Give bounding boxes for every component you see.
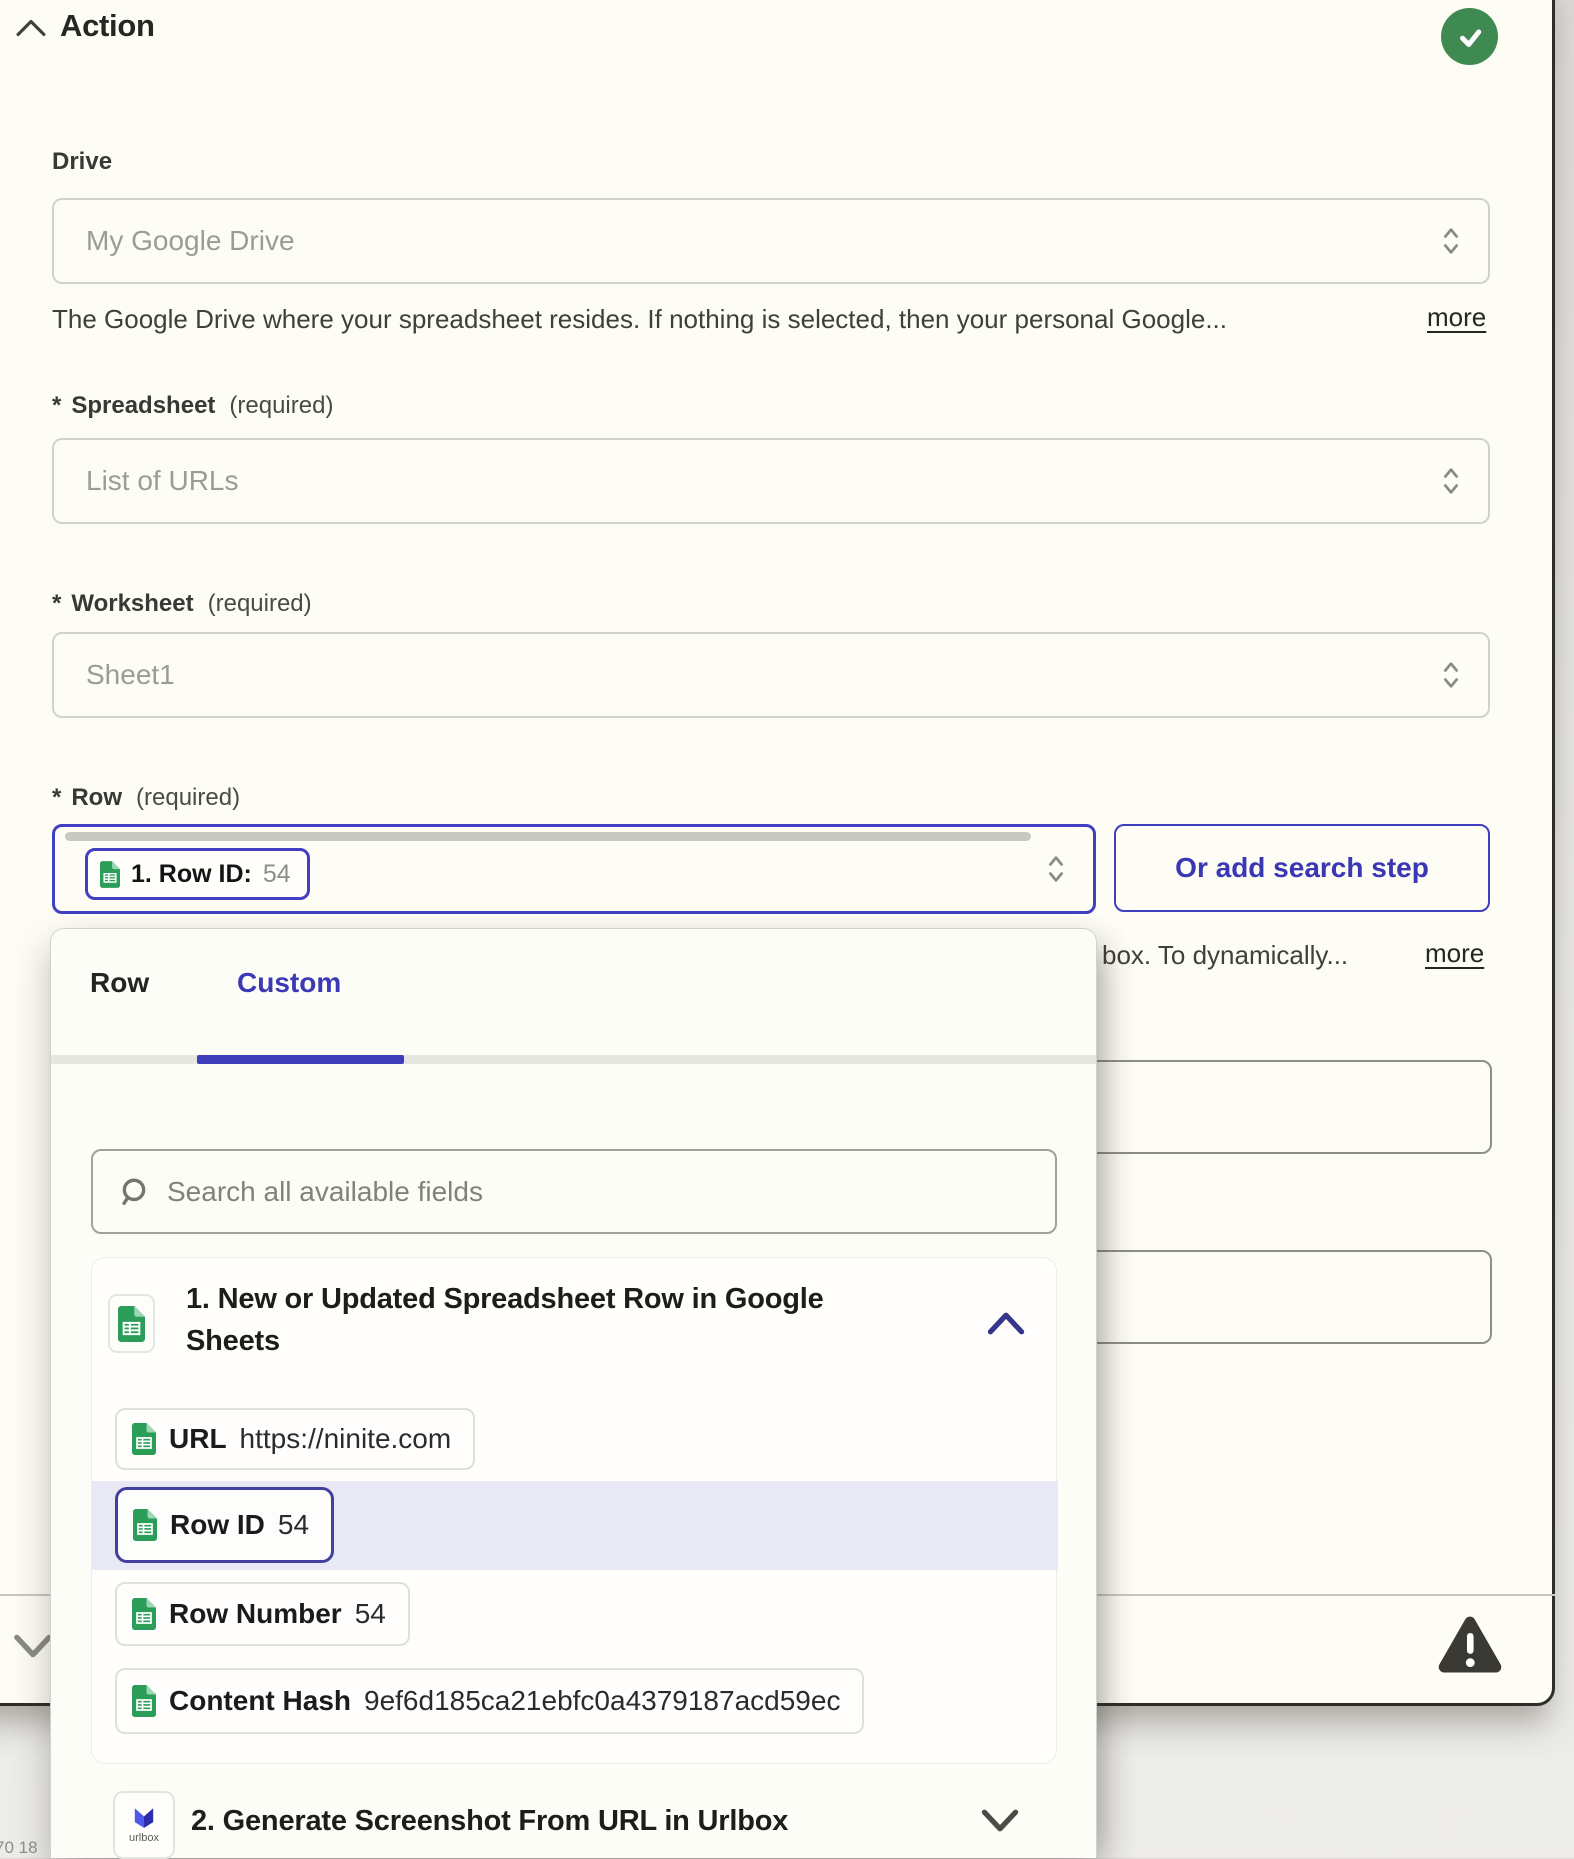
- drive-select-value: My Google Drive: [54, 225, 295, 257]
- field-picker-dropdown: Row Custom 1. New or Updated Spreadsheet…: [50, 928, 1097, 1858]
- field-chip-label: Row Number: [169, 1598, 342, 1630]
- add-search-step-button[interactable]: Or add search step: [1114, 824, 1490, 912]
- field-search-box[interactable]: [91, 1149, 1057, 1234]
- required-star: *: [52, 392, 61, 419]
- field-chip-row-id-selected[interactable]: Row ID 54: [115, 1487, 334, 1563]
- select-stepper-icon: [1440, 464, 1462, 498]
- spreadsheet-select-value: List of URLs: [54, 465, 239, 497]
- field-chip-value: 9ef6d185ca21ebfc0a4379187acd59ec: [364, 1685, 840, 1717]
- select-stepper-icon: [1440, 224, 1462, 258]
- row-combobox-scrollbar[interactable]: [65, 832, 1031, 841]
- google-sheets-icon: [100, 861, 120, 888]
- required-star: *: [52, 784, 61, 811]
- required-hint: (required): [208, 590, 312, 617]
- step2-title[interactable]: 2. Generate Screenshot From URL in Urlbo…: [191, 1805, 788, 1838]
- tab-active-underline: [197, 1055, 404, 1064]
- select-stepper-icon: [1045, 852, 1067, 886]
- worksheet-field-label: * Worksheet (required): [52, 590, 312, 618]
- token-value: 54: [263, 860, 291, 889]
- search-input[interactable]: [167, 1176, 1055, 1208]
- row-help-text-fragment: box. To dynamically...: [1102, 940, 1348, 971]
- step1-app-icon-box: [108, 1294, 155, 1353]
- zap-editor-screen: Action Drive My Google Drive The Google …: [0, 0, 1574, 1858]
- collapse-action-chevron-icon[interactable]: [14, 16, 48, 40]
- action-complete-badge: [1441, 8, 1498, 65]
- field-chip-value: https://ninite.com: [240, 1423, 452, 1455]
- step1-fields-card: 1. New or Updated Spreadsheet Row in Goo…: [91, 1257, 1057, 1764]
- tab-custom[interactable]: Custom: [237, 967, 341, 999]
- spreadsheet-label-text: Spreadsheet: [71, 392, 215, 419]
- step2-app-icon-box: urlbox: [113, 1791, 175, 1859]
- row-id-token[interactable]: 1. Row ID: 54: [85, 848, 310, 900]
- row-help-more-link[interactable]: more: [1425, 938, 1484, 969]
- drive-help-more-link[interactable]: more: [1427, 302, 1486, 333]
- field-chip-label: Content Hash: [169, 1685, 351, 1717]
- field-chip-content-hash[interactable]: Content Hash 9ef6d185ca21ebfc0a4379187ac…: [115, 1668, 864, 1734]
- row-field-label: * Row (required): [52, 784, 240, 812]
- google-sheets-icon: [132, 1423, 156, 1455]
- field-chip-value: 54: [278, 1509, 309, 1541]
- field-chip-row-number[interactable]: Row Number 54: [115, 1582, 410, 1646]
- worksheet-select[interactable]: Sheet1: [52, 632, 1490, 718]
- required-hint: (required): [229, 392, 333, 419]
- select-stepper-icon: [1440, 658, 1462, 692]
- tab-underline-track: [51, 1055, 1096, 1064]
- field-chip-label: URL: [169, 1423, 227, 1455]
- google-sheets-icon: [118, 1306, 145, 1342]
- google-sheets-icon: [132, 1685, 156, 1717]
- urlbox-icon: [130, 1806, 158, 1829]
- tab-row[interactable]: Row: [90, 967, 149, 999]
- search-icon: [117, 1175, 151, 1209]
- drive-label-text: Drive: [52, 148, 112, 175]
- row-label-text: Row: [71, 784, 122, 811]
- worksheet-select-value: Sheet1: [54, 659, 175, 691]
- token-label: 1. Row ID:: [131, 860, 252, 889]
- collapse-step1-chevron-icon[interactable]: [985, 1310, 1027, 1337]
- field-chip-url[interactable]: URL https://ninite.com: [115, 1408, 475, 1470]
- row-combobox[interactable]: 1. Row ID: 54: [52, 824, 1096, 914]
- check-icon: [1453, 22, 1487, 52]
- step1-title[interactable]: 1. New or Updated Spreadsheet Row in Goo…: [186, 1278, 846, 1362]
- drive-help-text: The Google Drive where your spreadsheet …: [52, 304, 1227, 335]
- required-hint: (required): [136, 784, 240, 811]
- google-sheets-icon: [133, 1509, 157, 1541]
- spreadsheet-select[interactable]: List of URLs: [52, 438, 1490, 524]
- spreadsheet-field-label: * Spreadsheet (required): [52, 392, 333, 420]
- step1-title-line2: Sheets: [186, 1320, 846, 1362]
- step1-title-line1: 1. New or Updated Spreadsheet Row in Goo…: [186, 1278, 846, 1320]
- drive-select[interactable]: My Google Drive: [52, 198, 1490, 284]
- field-chip-label: Row ID: [170, 1509, 265, 1541]
- field-chip-value: 54: [355, 1598, 386, 1630]
- cropped-corner-text: 70 18: [0, 1838, 38, 1858]
- drive-field-label: Drive: [52, 148, 112, 176]
- warning-icon: [1437, 1614, 1503, 1675]
- urlbox-brand-text: urlbox: [129, 1832, 159, 1844]
- collapse-panel-chevron-icon[interactable]: [12, 1632, 54, 1660]
- google-sheets-icon: [132, 1598, 156, 1630]
- required-star: *: [52, 590, 61, 617]
- expand-step2-chevron-icon[interactable]: [979, 1807, 1021, 1834]
- worksheet-label-text: Worksheet: [71, 590, 193, 617]
- section-title-action: Action: [60, 8, 155, 44]
